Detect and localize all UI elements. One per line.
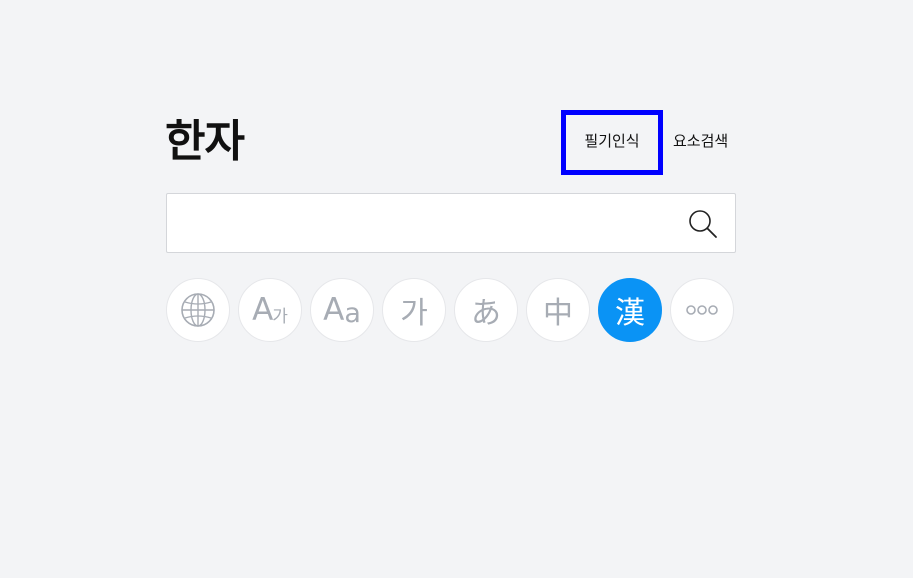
- handwriting-label: 필기인식: [584, 131, 640, 150]
- lang-hanja-button[interactable]: 漢: [598, 278, 662, 342]
- lang-global-button[interactable]: [166, 278, 230, 342]
- globe-icon: [181, 293, 215, 327]
- lang-chinese-button[interactable]: 中: [526, 278, 590, 342]
- english-main: A: [323, 292, 345, 328]
- lang-more-button[interactable]: [670, 278, 734, 342]
- english-korean-main: A: [252, 292, 274, 328]
- search-icon: [689, 210, 717, 238]
- search-input[interactable]: [179, 204, 673, 244]
- japanese-label: あ: [471, 296, 501, 331]
- handwriting-button[interactable]: 필기인식: [561, 110, 663, 175]
- language-selector: A가 Aa 가 あ 中 漢: [166, 278, 736, 344]
- english-korean-sub: 가: [272, 306, 288, 327]
- search-button[interactable]: [687, 208, 719, 240]
- lang-english-korean-button[interactable]: A가: [238, 278, 302, 342]
- page-title: 한자: [165, 116, 245, 167]
- lang-english-button[interactable]: Aa: [310, 278, 374, 342]
- hanja-label: 漢: [615, 296, 645, 331]
- chinese-label: 中: [543, 296, 573, 331]
- korean-label: 가: [400, 296, 428, 331]
- search-box: [166, 193, 736, 253]
- page: 한자 필기인식 요소검색 A가 A a 가 あ 中 漢: [0, 0, 913, 578]
- more-icon: [686, 305, 718, 315]
- element-search-label: 요소검색: [673, 132, 729, 150]
- lang-korean-button[interactable]: 가: [382, 278, 446, 342]
- english-sub: a: [344, 297, 361, 329]
- lang-japanese-button[interactable]: あ: [454, 278, 518, 342]
- element-search-button[interactable]: 요소검색: [673, 131, 728, 151]
